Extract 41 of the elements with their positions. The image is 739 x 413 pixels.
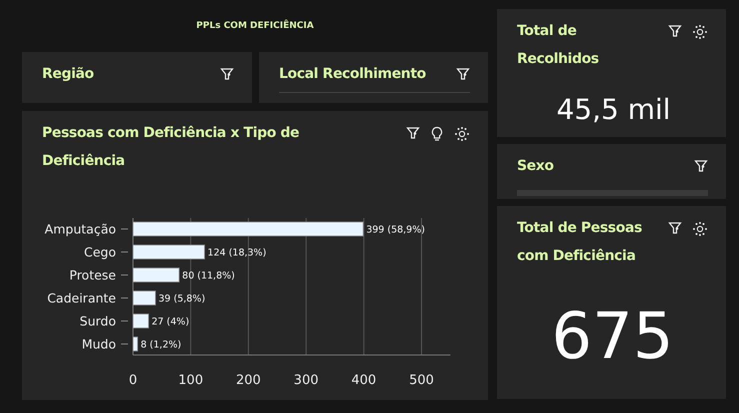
panel-title: Sexo bbox=[517, 157, 554, 176]
dots-cluster-icon[interactable] bbox=[454, 126, 470, 142]
category-label: Cego bbox=[84, 244, 116, 260]
dots-cluster-icon[interactable] bbox=[692, 221, 708, 237]
page-title: PPLs COM DEFICIÊNCIA bbox=[196, 21, 314, 31]
bar bbox=[132, 290, 156, 306]
category-label: Amputação bbox=[44, 222, 116, 236]
axis-tick-label: 300 bbox=[294, 373, 319, 388]
category-label: Surdo bbox=[80, 314, 116, 328]
category-label: Cadeirante bbox=[47, 290, 116, 306]
panel-title: Total de Recolhidos bbox=[517, 22, 600, 69]
value-label: 39 (5,8%) bbox=[158, 294, 206, 304]
bar bbox=[132, 336, 138, 352]
filter-icon[interactable] bbox=[668, 221, 682, 235]
axis-tick-label: 0 bbox=[128, 373, 138, 388]
value-label: 27 (4%) bbox=[152, 316, 190, 328]
category-label: Mudo bbox=[82, 336, 116, 352]
dots-cluster-icon[interactable] bbox=[692, 24, 708, 40]
axis-tick-label: 200 bbox=[236, 373, 261, 388]
panel-title: Total de Pessoas com Deficiência bbox=[517, 219, 643, 266]
value-label: 124 (18,3%) bbox=[208, 248, 266, 258]
value-label: 399 (58,9%) bbox=[366, 224, 425, 236]
filter-icon[interactable] bbox=[668, 24, 682, 38]
kpi-value: 45,5 mil bbox=[555, 93, 672, 126]
panel-title: Local Recolhimento bbox=[279, 65, 426, 84]
category-label: Protese bbox=[69, 268, 116, 282]
axis-tick-label: 400 bbox=[351, 373, 376, 388]
panel-title: Região bbox=[42, 65, 94, 84]
kpi-value: 675 bbox=[550, 300, 675, 374]
axis-tick-label: 100 bbox=[178, 373, 204, 388]
filter-icon[interactable] bbox=[220, 67, 234, 81]
value-label: 80 (11,8%) bbox=[182, 270, 235, 282]
panel-title: Pessoas com Deficiência x Tipo de Deficiência bbox=[42, 124, 300, 171]
lightbulb-icon[interactable] bbox=[430, 126, 444, 142]
filter-icon[interactable] bbox=[406, 126, 420, 140]
axis-tick-label: 500 bbox=[409, 373, 434, 388]
value-label: 8 (1,2%) bbox=[140, 340, 182, 350]
filter-icon[interactable] bbox=[456, 67, 470, 81]
bar bbox=[132, 268, 180, 282]
bar bbox=[132, 314, 149, 328]
filter-icon[interactable] bbox=[694, 159, 708, 173]
